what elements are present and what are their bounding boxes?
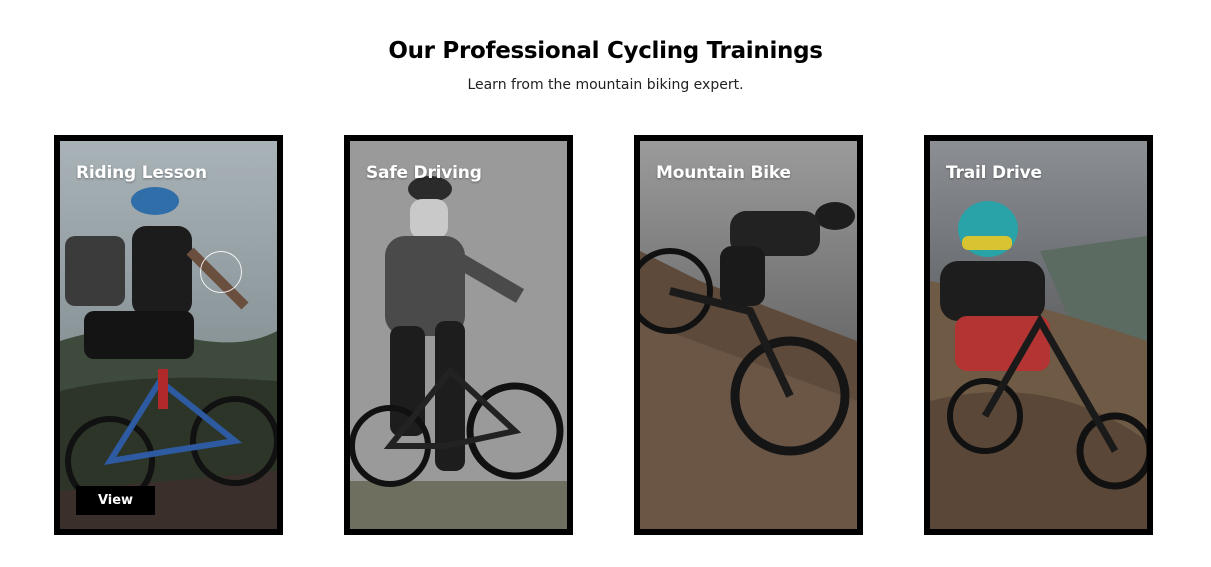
card-image bbox=[350, 141, 567, 529]
card-title: Mountain Bike bbox=[656, 163, 791, 183]
card-image bbox=[640, 141, 857, 529]
section-title: Our Professional Cycling Trainings bbox=[388, 38, 823, 64]
card-image bbox=[930, 141, 1147, 529]
training-card-mountain-bike[interactable]: Mountain Bike bbox=[634, 135, 863, 535]
training-card-safe-driving[interactable]: Safe Driving bbox=[344, 135, 573, 535]
training-card-trail-drive[interactable]: Trail Drive bbox=[924, 135, 1153, 535]
card-title: Trail Drive bbox=[946, 163, 1042, 183]
section-subtitle: Learn from the mountain biking expert. bbox=[467, 77, 744, 93]
view-button[interactable]: View bbox=[76, 486, 155, 515]
card-title: Riding Lesson bbox=[76, 163, 207, 183]
card-image bbox=[60, 141, 277, 529]
training-card-riding-lesson[interactable]: Riding Lesson View bbox=[54, 135, 283, 535]
card-title: Safe Driving bbox=[366, 163, 482, 183]
training-section: Our Professional Cycling Trainings Learn… bbox=[0, 0, 1211, 567]
